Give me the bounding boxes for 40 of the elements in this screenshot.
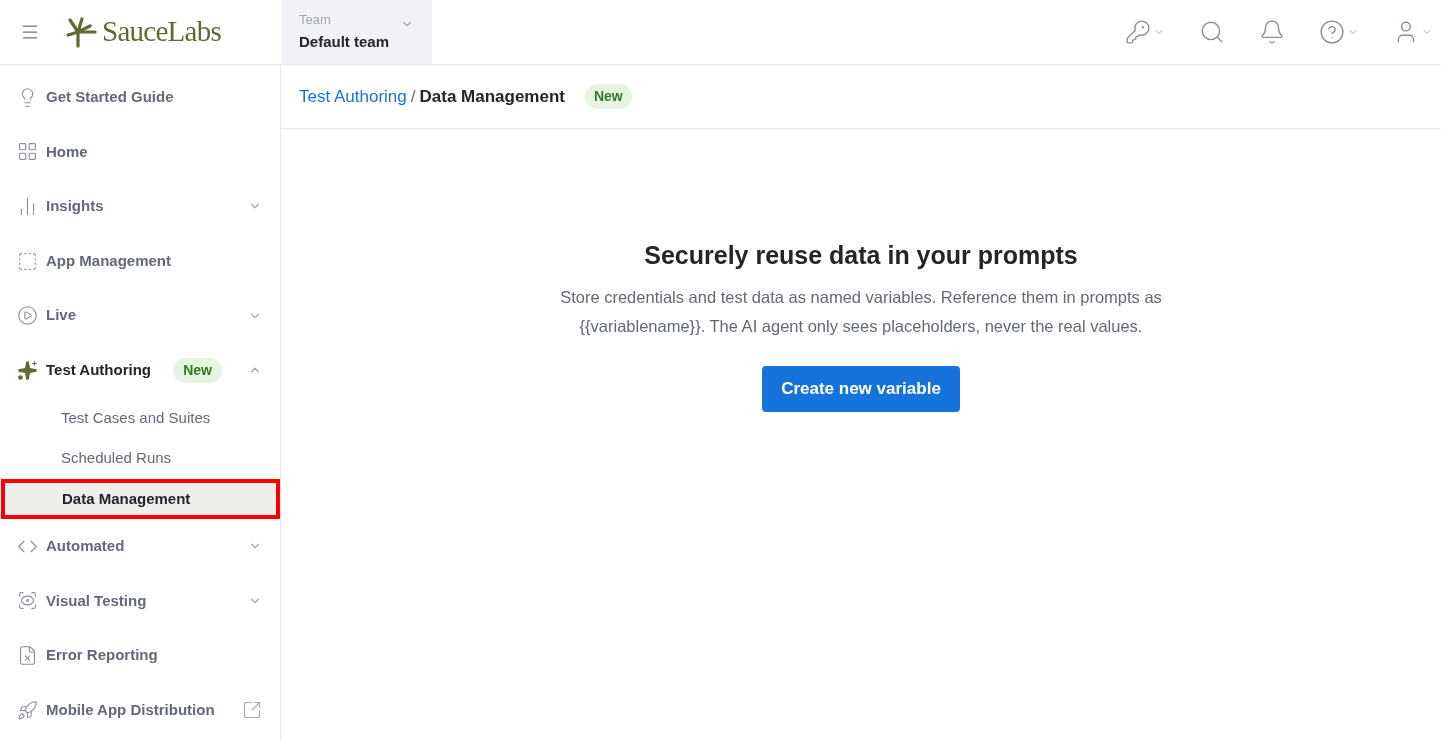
grid-icon: [17, 141, 38, 163]
bell-button[interactable]: [1259, 19, 1285, 45]
breadcrumb-separator: /: [410, 85, 416, 108]
search-icon: [1199, 19, 1225, 45]
sidebar-item[interactable]: Get Started Guide: [0, 70, 280, 125]
bell-icon: [1259, 19, 1285, 45]
rocket-icon: [17, 699, 38, 721]
empty-state-description: Store credentials and test data as named variables. Reference them in prompts as {{variablename}}. The AI agent only sees placeholders, never the real values.: [559, 286, 1163, 337]
sidebar-item[interactable]: Insights: [0, 179, 280, 234]
sidebar-item[interactable]: Visual Testing: [0, 573, 280, 629]
sidebar-item[interactable]: Automated: [0, 519, 280, 574]
sidebar-item[interactable]: Error Reporting: [0, 628, 280, 683]
team-selector[interactable]: Team Default team: [281, 0, 432, 64]
sidebar-item[interactable]: Mobile App Distribution: [0, 682, 280, 738]
play-circle-icon: [17, 305, 38, 327]
breadcrumb-current: Data Management: [419, 85, 565, 108]
key-icon: [1125, 19, 1151, 45]
empty-state-title: Securely reuse data in your prompts: [644, 240, 1078, 271]
document-error-icon: [17, 645, 38, 667]
help-icon: [1319, 19, 1345, 45]
breadcrumb-link[interactable]: Test Authoring: [299, 83, 407, 110]
search-button[interactable]: [1199, 19, 1225, 45]
dashed-square-icon: [17, 250, 38, 272]
logo[interactable]: SauceLabs: [102, 10, 222, 54]
sidebar-item[interactable]: Home: [0, 124, 280, 180]
new-badge: New: [173, 357, 222, 383]
new-badge: New: [584, 84, 632, 109]
sidebar-subitem[interactable]: Scheduled Runs: [0, 438, 280, 479]
key-button[interactable]: [1125, 19, 1165, 45]
eye-icon: [17, 590, 38, 612]
create-variable-button[interactable]: Create new variable: [762, 365, 960, 412]
sidebar-subitem[interactable]: Test Cases and Suites: [0, 397, 280, 439]
sidebar-subitem[interactable]: Data Management: [5, 482, 276, 516]
help-button[interactable]: [1319, 19, 1359, 45]
external-link-icon: [242, 700, 262, 721]
logo-icon: [64, 16, 98, 48]
sparkles-icon: [17, 359, 38, 381]
sidebar-item[interactable]: Test Authoring New: [0, 342, 280, 398]
sidebar-item[interactable]: App Management: [0, 233, 280, 289]
sidebar-item[interactable]: Live: [0, 288, 280, 343]
